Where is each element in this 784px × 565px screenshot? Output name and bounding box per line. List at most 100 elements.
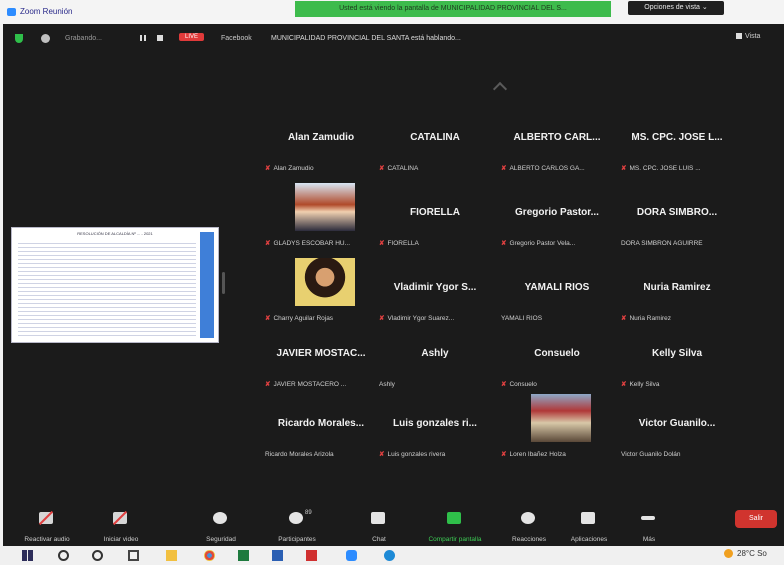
participant-display-name: Gregorio Pastor... [515, 207, 599, 218]
weather-widget[interactable]: 28°C So [724, 549, 767, 558]
participant-full-name: YAMALI RIOS [501, 315, 543, 322]
participant-tile[interactable]: ✘ GLADYS ESCOBAR HU... [261, 183, 381, 251]
cortana-icon[interactable] [92, 550, 103, 561]
participant-display-name: Luis gonzales ri... [393, 418, 477, 429]
sun-icon [724, 549, 733, 558]
participant-tile[interactable]: ✘ Charry Aguilar Rojas [261, 258, 381, 326]
microphone-muted-icon: ✘ [621, 315, 627, 322]
share-screen-button[interactable]: Compartir pantalla [425, 496, 485, 546]
microphone-muted-icon: ✘ [501, 240, 507, 247]
participant-tile[interactable]: CATALINA ✘ CATALINA [375, 120, 495, 176]
participant-full-name: GLADYS ESCOBAR HU... [273, 240, 351, 247]
word-icon[interactable] [272, 550, 283, 561]
apps-button[interactable]: Aplicaciones [559, 496, 619, 546]
file-explorer-icon[interactable] [166, 550, 177, 561]
excel-icon[interactable] [238, 550, 249, 561]
security-button[interactable]: Seguridad [191, 496, 251, 546]
participant-tile[interactable]: Ricardo Morales... Ricardo Morales Arizol… [261, 406, 381, 462]
participant-tile[interactable]: Kelly Silva ✘ Kelly Silva [617, 336, 737, 392]
shared-doc-title: RESOLUCIÓN DE ALCALDÍA Nº ... - 2021 [77, 231, 153, 236]
title-bar: Zoom Reunión Usted está viendo la pantal… [0, 0, 784, 24]
microphone-muted-icon: ✘ [501, 451, 507, 458]
panel-splitter-handle[interactable] [222, 272, 225, 294]
start-video-button[interactable]: Iniciar video [91, 496, 151, 546]
participant-full-name: Alan Zamudio [273, 165, 314, 172]
pause-recording-button[interactable] [140, 35, 146, 41]
participant-name-label: ✘ ALBERTO CARLOS GA... [501, 164, 617, 172]
chat-button[interactable]: Chat [349, 496, 409, 546]
participant-tile[interactable]: Gregorio Pastor... ✘ Gregorio Pastor Vela.… [497, 195, 617, 251]
reactions-button[interactable]: Reacciones [499, 496, 559, 546]
participants-label: Participantes [278, 536, 316, 543]
participant-tile[interactable]: Alan Zamudio ✘ Alan Zamudio [261, 120, 381, 176]
participant-tile[interactable]: FIORELLA ✘ FIORELLA [375, 195, 495, 251]
security-label: Seguridad [206, 536, 236, 543]
windows-start-icon[interactable] [22, 550, 33, 561]
participant-display-name: MS. CPC. JOSE L... [631, 132, 723, 143]
participant-display-name: CATALINA [410, 132, 460, 143]
app-title: Zoom Reunión [7, 7, 72, 16]
participant-full-name: Gregorio Pastor Vela... [509, 240, 576, 247]
shared-screen-thumbnail[interactable]: RESOLUCIÓN DE ALCALDÍA Nº ... - 2021 [11, 227, 219, 343]
shared-doc-body [18, 240, 196, 336]
start-video-label: Iniciar video [103, 536, 139, 543]
microphone-muted-icon: ✘ [265, 315, 271, 322]
participant-name-label: ✘ CATALINA [379, 164, 495, 172]
unmute-audio-button[interactable]: Reactivar audio [17, 496, 77, 546]
share-screen-icon [447, 512, 461, 524]
view-grid-icon[interactable] [736, 33, 742, 39]
participant-display-name: Nuria Ramirez [643, 282, 711, 293]
participant-tile[interactable]: Consuelo ✘ Consuelo [497, 336, 617, 392]
participant-full-name: Consuelo [509, 381, 537, 388]
participant-tile[interactable]: ALBERTO CARL... ✘ ALBERTO CARLOS GA... [497, 120, 617, 176]
participant-tile[interactable]: MS. CPC. JOSE L... ✘ MS. CPC. JOSE LUIS ..… [617, 120, 737, 176]
participant-tile[interactable]: Vladimir Ygor S... ✘ Vladimir Ygor Suarez.… [375, 270, 495, 326]
participant-full-name: Vladimir Ygor Suarez... [387, 315, 455, 322]
participant-full-name: Luis gonzales rivera [387, 451, 446, 458]
participant-full-name: Charry Aguilar Rojas [273, 315, 334, 322]
participant-full-name: CATALINA [387, 165, 419, 172]
participant-tile[interactable]: YAMALI RIOS YAMALI RIOS [497, 270, 617, 326]
zoom-taskbar-icon[interactable] [346, 550, 357, 561]
unmute-audio-label: Reactivar audio [24, 536, 70, 543]
participants-button[interactable]: 89 Participantes [267, 496, 327, 546]
participant-full-name: FIORELLA [387, 240, 419, 247]
participant-full-name: Nuria Ramirez [629, 315, 671, 322]
leave-meeting-button[interactable]: Salir [735, 510, 777, 528]
participant-full-name: Loren Ibañez Holza [509, 451, 566, 458]
screen-share-banner: Usted está viendo la pantalla de MUNICIP… [295, 1, 611, 17]
task-view-icon[interactable] [128, 550, 139, 561]
edge-icon[interactable] [384, 550, 395, 561]
scroll-up-chevron-icon[interactable] [492, 81, 508, 97]
stop-recording-button[interactable] [157, 35, 163, 41]
participant-tile[interactable]: JAVIER MOSTAC... ✘ JAVIER MOSTACERO ... [261, 336, 381, 392]
participant-tile[interactable]: ✘ Loren Ibañez Holza [497, 394, 617, 462]
participant-full-name: MS. CPC. JOSE LUIS ... [629, 165, 701, 172]
recording-label: Grabando... [65, 35, 102, 42]
pdf-reader-icon[interactable] [306, 550, 317, 561]
microphone-muted-icon: ✘ [621, 381, 627, 388]
view-button[interactable]: Vista [745, 33, 760, 40]
microphone-muted-icon: ✘ [621, 165, 627, 172]
participant-tile[interactable]: DORA SIMBRO... DORA SIMBRON AGUIRRE [617, 195, 737, 251]
participant-full-name: DORA SIMBRON AGUIRRE [621, 240, 703, 247]
participant-display-name: DORA SIMBRO... [636, 207, 718, 218]
participant-name-label: ✘ MS. CPC. JOSE LUIS ... [621, 164, 737, 172]
participant-tile[interactable]: Nuria Ramirez ✘ Nuria Ramirez [617, 270, 737, 326]
participant-full-name: ALBERTO CARLOS GA... [509, 165, 585, 172]
security-shield-icon[interactable] [15, 34, 23, 43]
participant-video [295, 183, 355, 231]
participant-tile[interactable]: Luis gonzales ri... ✘ Luis gonzales rivera [375, 406, 495, 462]
view-options-button[interactable]: Opciones de vista ⌄ [628, 1, 724, 15]
participant-display-name: Vladimir Ygor S... [393, 282, 477, 293]
participants-count: 89 [305, 510, 312, 516]
chrome-icon[interactable] [204, 550, 215, 561]
participant-tile[interactable]: Ashly Ashly [375, 336, 495, 392]
share-screen-label: Compartir pantalla [428, 536, 482, 543]
participant-full-name: Victor Guanilo Dolán [621, 451, 681, 458]
more-button[interactable]: Más [619, 496, 679, 546]
participant-tile[interactable]: Victor Guanilo... Victor Guanilo Dolán [617, 406, 737, 462]
participant-full-name: Ashly [379, 381, 395, 388]
taskbar-search-icon[interactable] [58, 550, 69, 561]
participant-name-label: ✘ FIORELLA [379, 239, 495, 247]
